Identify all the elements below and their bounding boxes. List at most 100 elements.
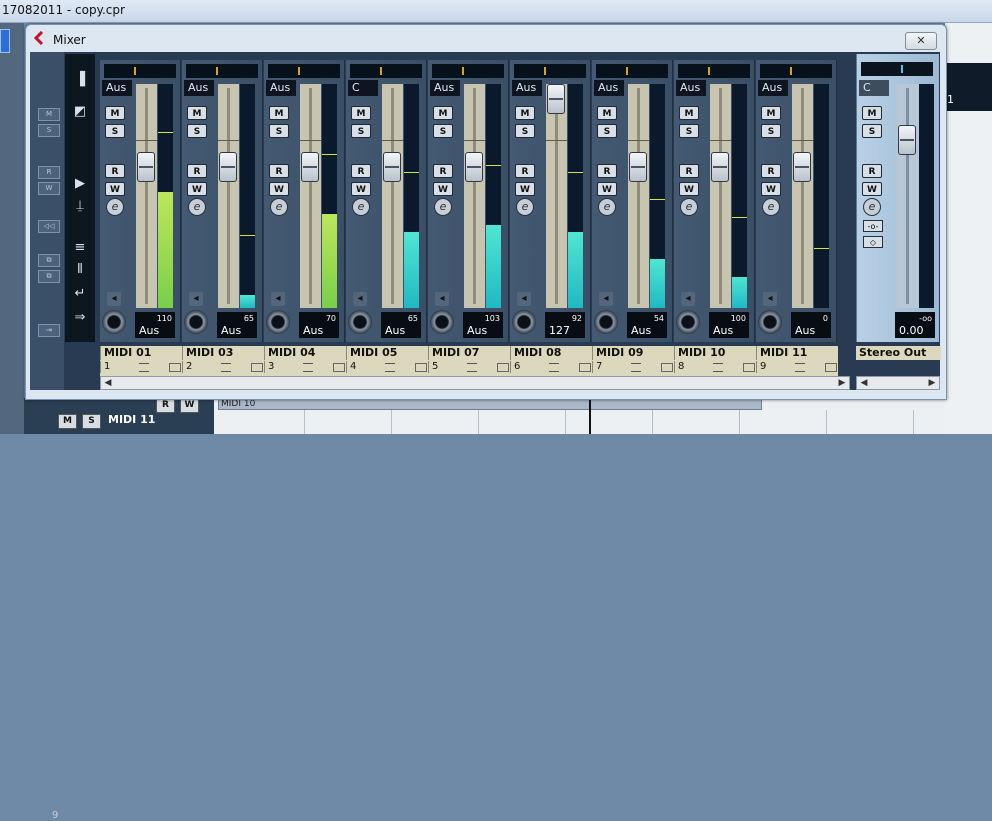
master-fader-track[interactable]	[897, 84, 919, 308]
read-button[interactable]: R	[269, 164, 289, 178]
expand-icon[interactable]	[579, 363, 591, 372]
eq-icon[interactable]: ⫴	[72, 262, 88, 278]
mute-button[interactable]: M	[433, 106, 453, 120]
monitor-icon[interactable]: ◂	[681, 292, 695, 306]
mute-button[interactable]: M	[679, 106, 699, 120]
pan-knob[interactable]	[430, 310, 454, 334]
value-box[interactable]: 103 Aus	[463, 312, 503, 338]
write-button[interactable]: W	[351, 182, 371, 196]
pan-knob[interactable]	[102, 310, 126, 334]
mixer-mode-icon[interactable]	[631, 363, 641, 372]
layout-icon[interactable]: ◩	[72, 104, 88, 120]
solo-button[interactable]: S	[269, 124, 289, 138]
fader-track[interactable]	[792, 84, 813, 308]
monitor-icon[interactable]: ◂	[353, 292, 367, 306]
value-box[interactable]: 54 Aus	[627, 312, 667, 338]
solo-button[interactable]: S	[515, 124, 535, 138]
monitor-icon[interactable]: ◂	[599, 292, 613, 306]
value-box[interactable]: 65 Aus	[217, 312, 257, 338]
read-button[interactable]: R	[433, 164, 453, 178]
fader-track[interactable]	[382, 84, 403, 308]
volume-fader[interactable]	[137, 151, 155, 182]
mute-button[interactable]: M	[269, 106, 289, 120]
list-icon[interactable]: ≡	[72, 240, 88, 256]
expand-icon[interactable]	[743, 363, 755, 372]
write-button[interactable]: W	[187, 182, 207, 196]
route-selector[interactable]: C	[348, 80, 378, 96]
read-button[interactable]: R	[187, 164, 207, 178]
master-scroll-left-icon[interactable]: ◀	[857, 377, 871, 389]
monitor-icon[interactable]: ◂	[763, 292, 777, 306]
copy-icon[interactable]: ⧉	[38, 254, 60, 267]
fader-track[interactable]	[546, 84, 567, 308]
read-button[interactable]: R	[351, 164, 371, 178]
global-mute-icon[interactable]: M	[38, 108, 60, 121]
expand-icon[interactable]	[333, 363, 345, 372]
volume-fader[interactable]	[301, 151, 319, 182]
edit-channel-button[interactable]: e	[188, 198, 206, 216]
value-box[interactable]: 65 Aus	[381, 312, 421, 338]
pan-knob[interactable]	[266, 310, 290, 334]
track-mute-button[interactable]: M	[58, 414, 77, 429]
master-write-button[interactable]: W	[862, 182, 882, 196]
master-value-box[interactable]: -oo 0.00	[895, 312, 935, 338]
mixer-mode-icon[interactable]	[549, 363, 559, 372]
read-button[interactable]: R	[679, 164, 699, 178]
fader-track[interactable]	[136, 84, 157, 308]
mixer-mode-icon[interactable]	[221, 363, 231, 372]
mixer-mode-icon[interactable]	[467, 363, 477, 372]
global-write-icon[interactable]: W	[38, 182, 60, 195]
toolbar-button[interactable]	[0, 29, 10, 53]
expand-icon[interactable]	[661, 363, 673, 372]
solo-button[interactable]: S	[761, 124, 781, 138]
pan-knob[interactable]	[512, 310, 536, 334]
read-button[interactable]: R	[105, 164, 125, 178]
value-box[interactable]: 100 Aus	[709, 312, 749, 338]
expand-icon[interactable]	[169, 363, 181, 372]
volume-fader[interactable]	[629, 151, 647, 182]
scroll-right-icon[interactable]: ▶	[835, 377, 849, 389]
pan-knob[interactable]	[676, 310, 700, 334]
volume-fader[interactable]	[383, 151, 401, 182]
pan-knob[interactable]	[758, 310, 782, 334]
export-icon[interactable]: ⇒	[72, 310, 88, 326]
value-box[interactable]: 0 Aus	[791, 312, 831, 338]
volume-fader[interactable]	[793, 151, 811, 182]
solo-button[interactable]: S	[597, 124, 617, 138]
write-button[interactable]: W	[433, 182, 453, 196]
edit-channel-button[interactable]: e	[434, 198, 452, 216]
route-selector[interactable]: Aus	[758, 80, 788, 96]
fader-track[interactable]	[300, 84, 321, 308]
mute-button[interactable]: M	[597, 106, 617, 120]
bypass-icon[interactable]: ◁◁	[38, 220, 60, 233]
read-button[interactable]: R	[761, 164, 781, 178]
volume-fader[interactable]	[465, 151, 483, 182]
write-button[interactable]: W	[679, 182, 699, 196]
solo-button[interactable]: S	[679, 124, 699, 138]
edit-channel-button[interactable]: e	[516, 198, 534, 216]
mixer-mode-icon[interactable]	[303, 363, 313, 372]
expand-icon[interactable]	[497, 363, 509, 372]
mute-button[interactable]: M	[761, 106, 781, 120]
write-button[interactable]: W	[269, 182, 289, 196]
volume-fader[interactable]	[711, 151, 729, 182]
paste-icon[interactable]: ⧉	[38, 270, 60, 283]
master-mute-button[interactable]: M	[862, 106, 882, 120]
write-button[interactable]: W	[515, 182, 535, 196]
edit-channel-button[interactable]: e	[106, 198, 124, 216]
monitor-icon[interactable]: ◂	[271, 292, 285, 306]
fader-track[interactable]	[464, 84, 485, 308]
pan-knob[interactable]	[594, 310, 618, 334]
edit-channel-button[interactable]: e	[680, 198, 698, 216]
edit-channel-button[interactable]: e	[598, 198, 616, 216]
panel-icon[interactable]: ▐	[72, 72, 88, 88]
master-route[interactable]: C	[859, 80, 889, 96]
volume-fader[interactable]	[219, 151, 237, 182]
expand-icon[interactable]	[825, 363, 837, 372]
master-scrollbar[interactable]: ◀ ▶	[856, 376, 940, 390]
solo-button[interactable]: S	[351, 124, 371, 138]
route-selector[interactable]: Aus	[676, 80, 706, 96]
monitor-icon[interactable]: ◂	[517, 292, 531, 306]
pan-knob[interactable]	[184, 310, 208, 334]
read-button[interactable]: R	[515, 164, 535, 178]
